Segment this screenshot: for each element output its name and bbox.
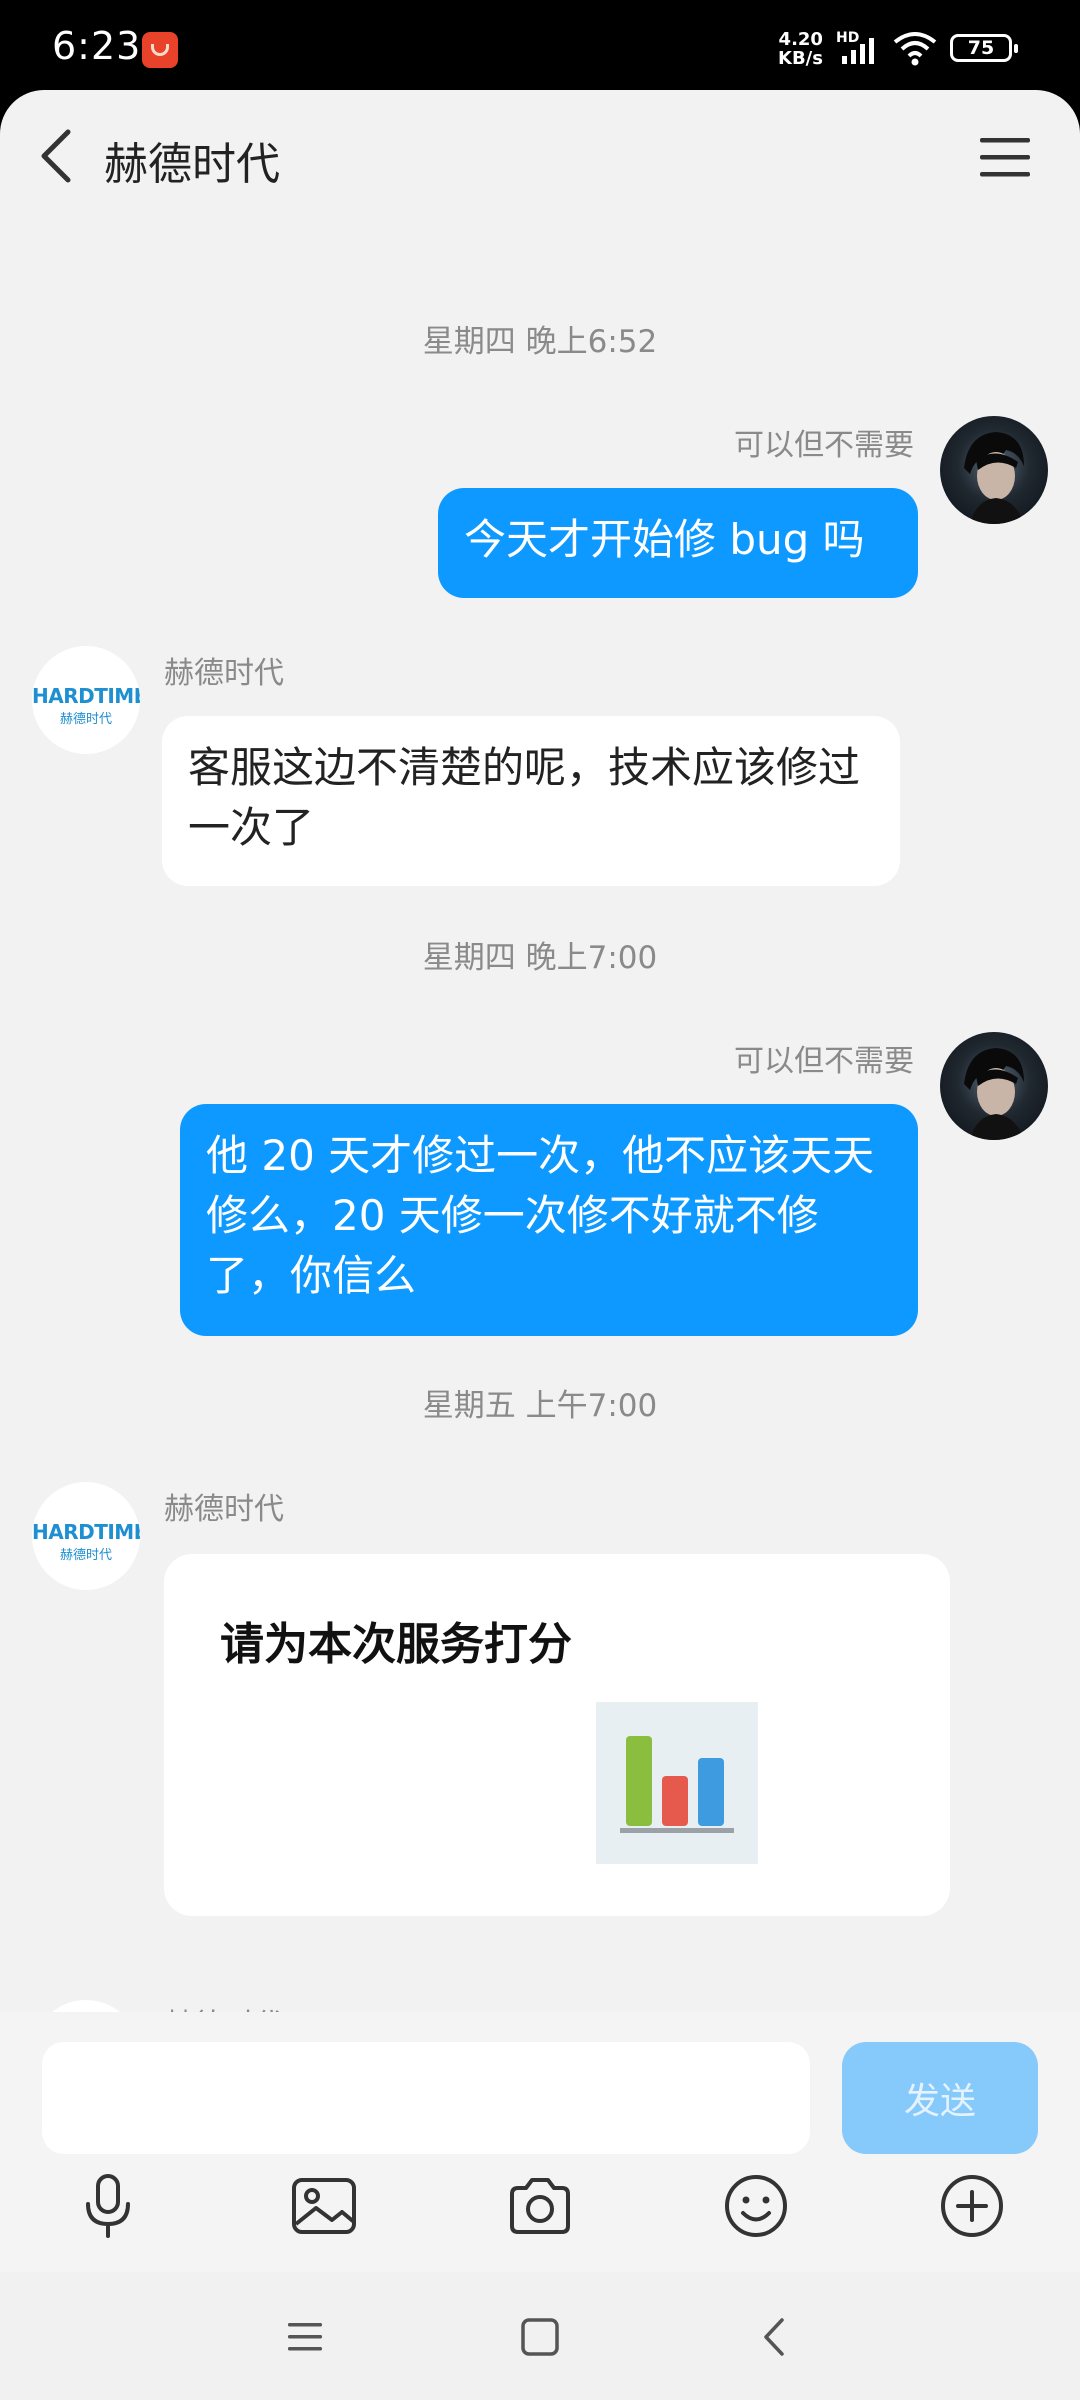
brand-avatar[interactable]: HARDTIME 赫德时代 [32,646,140,754]
message-bubble-incoming[interactable]: 客服这边不清楚的呢，技术应该修过一次了 [162,716,900,886]
user-avatar[interactable] [940,416,1048,524]
sender-name: 赫德时代 [164,656,284,691]
system-nav-bar [0,2272,1080,2400]
network-speed-value: 4.20 [778,29,823,50]
sender-name: 可以但不需要 [734,428,914,463]
user-avatar-image [964,432,1024,524]
image-icon[interactable] [288,2170,360,2242]
send-button[interactable]: 发送 [842,2042,1038,2154]
emoji-icon[interactable] [720,2170,792,2242]
brand-logo-sub: 赫德时代 [59,712,112,727]
chat-header: 赫德时代 [0,90,1080,220]
brand-logo-text: HARDTIME [32,684,140,708]
home-icon[interactable] [517,2314,563,2360]
timestamp: 星期五 上午7:00 [422,1388,658,1424]
back-icon[interactable] [752,2314,798,2360]
user-avatar-image [964,1048,1024,1140]
hamburger-menu-icon[interactable] [978,134,1032,180]
status-bar: 6:23 4.20 KB/s HD 75 [0,0,1080,100]
chevron-left-icon[interactable] [34,126,78,186]
wifi-icon [893,32,937,66]
message-input[interactable] [42,2042,810,2154]
sender-name: 可以但不需要 [734,1044,914,1079]
brand-avatar[interactable]: HARDTIME 赫德时代 [32,1482,140,1590]
app-notification-icon [142,32,178,68]
signal-icon [842,38,874,64]
timestamp: 星期四 晚上6:52 [422,324,658,360]
message-bubble-outgoing[interactable]: 他 20 天才修过一次，他不应该天天修么，20 天修一次修不好就不修了，你信么 [180,1104,918,1336]
rating-card-title: 请为本次服务打分 [220,1619,572,1670]
sender-name: 赫德时代 [164,1492,284,1527]
camera-icon[interactable] [504,2170,576,2242]
timestamp: 星期四 晚上7:00 [422,940,658,976]
network-speed-unit: KB/s [778,48,823,69]
plus-circle-icon[interactable] [936,2170,1008,2242]
service-rating-card[interactable]: 请为本次服务打分 [164,1554,950,1916]
bar-chart-icon [596,1702,758,1864]
recent-apps-icon[interactable] [282,2314,328,2360]
chat-title: 赫德时代 [104,139,280,190]
status-time: 6:23 [52,24,142,68]
chat-screen: 6:23 4.20 KB/s HD 75 赫德时代 星期四 晚上6:52 可以但… [0,0,1080,2400]
chat-app: 赫德时代 星期四 晚上6:52 可以但不需要 今天才开始修 bug 吗 HARD… [0,90,1080,2400]
user-avatar[interactable] [940,1032,1048,1140]
network-speed: 4.20 KB/s [778,30,823,68]
brand-logo-text: HARDTIME [32,1520,140,1544]
brand-logo-sub: 赫德时代 [59,1548,112,1563]
microphone-icon[interactable] [72,2170,144,2242]
battery-indicator: 75 [950,34,1018,62]
message-bubble-outgoing[interactable]: 今天才开始修 bug 吗 [438,488,918,598]
